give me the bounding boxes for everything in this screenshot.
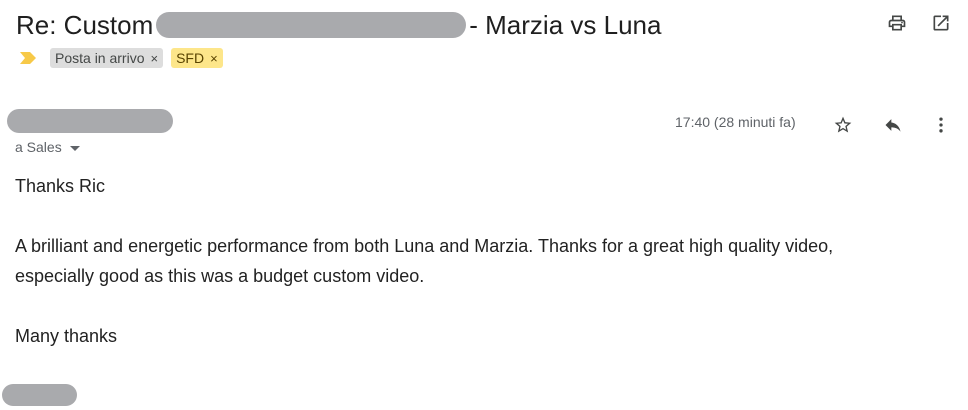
label-sfd-text: SFD xyxy=(176,50,205,66)
label-inbox-text: Posta in arrivo xyxy=(55,50,145,66)
more-options-button[interactable] xyxy=(930,114,952,136)
chevron-down-icon xyxy=(69,145,80,151)
star-icon xyxy=(834,116,852,133)
more-vertical-icon xyxy=(939,117,943,133)
label-chip-inbox: Posta in arrivo × xyxy=(50,48,164,68)
remove-label-inbox-button[interactable]: × xyxy=(150,51,158,66)
importance-marker-icon[interactable] xyxy=(20,52,36,64)
labels-row: Posta in arrivo × SFD × xyxy=(20,47,231,69)
subject-suffix: - Marzia vs Luna xyxy=(469,9,662,40)
sender-name-redaction xyxy=(7,109,173,133)
reply-icon xyxy=(885,119,901,132)
subject-redaction xyxy=(156,12,467,38)
body-greeting: Thanks Ric xyxy=(15,176,106,196)
body-closing: Many thanks xyxy=(15,326,118,346)
message-timestamp: 17:40 (28 minuti fa) xyxy=(675,114,796,130)
star-button[interactable] xyxy=(832,114,854,136)
reply-button[interactable] xyxy=(882,114,904,136)
body-line-2: especially good as this was a budget cus… xyxy=(15,266,425,286)
label-chip-sfd: SFD × xyxy=(171,48,223,68)
signature-redaction xyxy=(2,384,77,406)
body-line-1: A brilliant and energetic performance fr… xyxy=(15,236,834,256)
recipient-text: a Sales xyxy=(15,139,62,155)
open-in-new-window-icon[interactable] xyxy=(930,12,952,34)
email-subject: Re: Custom - Marzia vs Luna xyxy=(16,6,661,44)
remove-label-sfd-button[interactable]: × xyxy=(210,51,218,66)
subject-prefix: Re: Custom xyxy=(16,9,154,40)
print-icon[interactable] xyxy=(886,12,908,34)
recipient-details-toggle[interactable]: a Sales xyxy=(15,139,80,155)
